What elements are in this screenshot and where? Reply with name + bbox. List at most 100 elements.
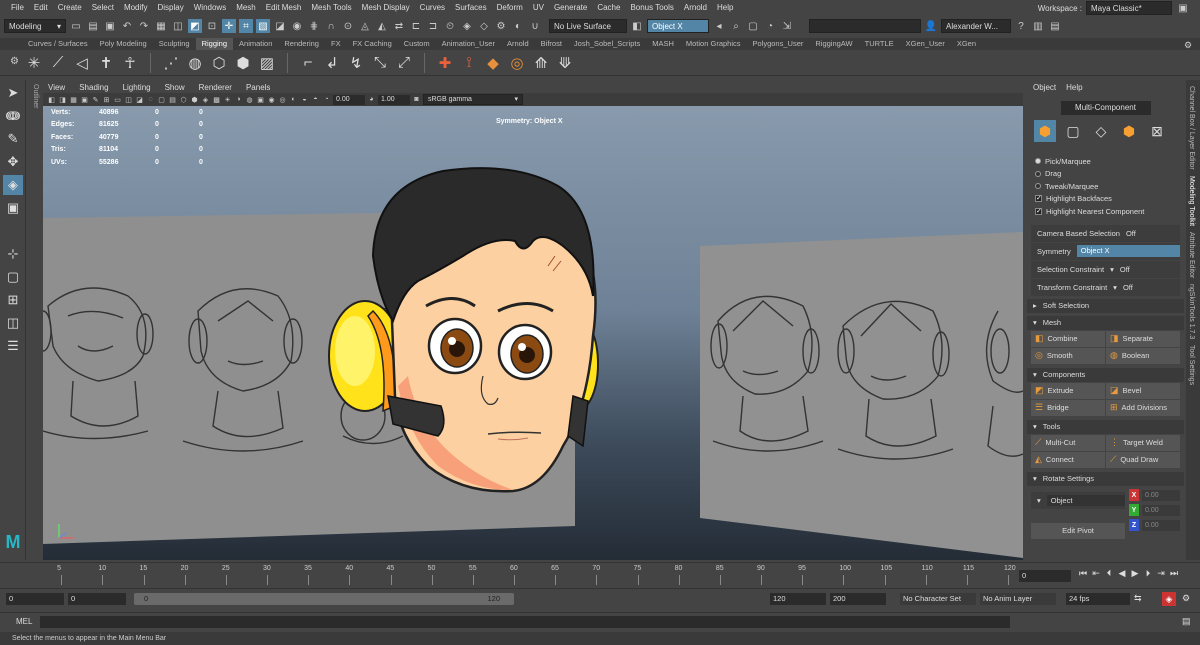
shelf-tab-rigging[interactable]: Rigging <box>195 38 234 50</box>
multi-cut-button[interactable]: ⟋ Multi-Cut <box>1031 434 1105 451</box>
panel-menu-shading[interactable]: Shading <box>79 82 108 93</box>
range-slider[interactable]: 0 120 <box>134 593 514 605</box>
joint-tool-icon[interactable]: ✳ <box>24 53 44 73</box>
xray-icon[interactable]: ◐ <box>289 95 298 104</box>
pick-option[interactable]: Tweak/Marquee <box>1027 180 1184 193</box>
menu-set-dropdown[interactable]: Modeling ▾ <box>4 19 66 33</box>
multi-component-button[interactable]: Multi-Component <box>1060 101 1151 115</box>
vertex-mode-icon[interactable]: ▢ <box>1062 120 1084 142</box>
point-constraint-icon[interactable]: ↲ <box>322 53 342 73</box>
rig-icon[interactable]: ⟱ <box>555 53 575 73</box>
layout-persp-icon[interactable]: ▢ <box>3 267 23 287</box>
command-search-field[interactable] <box>809 19 921 33</box>
anim-prefs-icon[interactable]: ⚙ <box>1182 593 1190 604</box>
snap-surface-icon[interactable]: ◭ <box>375 19 389 33</box>
add-divisions-button[interactable]: ⊞ Add Divisions <box>1106 399 1180 416</box>
step-back-frame-icon[interactable]: ⏴ <box>1104 568 1114 579</box>
fps-dropdown[interactable]: 24 fps <box>1066 593 1130 605</box>
transform-constraint-row[interactable]: Transform Constraint ▾ Off <box>1031 278 1180 296</box>
2d-pan-icon[interactable]: ▣ <box>80 95 89 104</box>
toolkit-menu-object[interactable]: Object <box>1033 83 1056 92</box>
smooth-shade-icon[interactable]: ⬢ <box>190 95 199 104</box>
radio-icon[interactable] <box>1035 170 1041 177</box>
color-space-dropdown[interactable]: sRGB gamma ▾ <box>423 94 523 105</box>
paint-select-icon[interactable]: ✎ <box>3 129 23 149</box>
soft-selection-header[interactable]: ▸ Soft Selection <box>1027 298 1184 313</box>
menu-select[interactable]: Select <box>87 0 119 16</box>
bevel-button[interactable]: ◪ Bevel <box>1106 382 1180 399</box>
lights-icon[interactable]: ☀ <box>223 95 232 104</box>
render-icon[interactable]: ◈ <box>460 19 474 33</box>
radio-icon[interactable] <box>1035 158 1041 165</box>
shelf-tab-xgen[interactable]: XGen <box>951 38 982 50</box>
shelf-tab-fx[interactable]: FX <box>325 38 347 50</box>
menu-help[interactable]: Help <box>712 0 738 16</box>
render-settings-icon[interactable]: ⚙ <box>494 19 508 33</box>
sphere-icon[interactable]: ◎ <box>507 53 527 73</box>
live-surface-field[interactable]: No Live Surface <box>549 19 627 33</box>
menu-cache[interactable]: Cache <box>592 0 625 16</box>
menu-file[interactable]: File <box>6 0 29 16</box>
shelf-tab-sculpting[interactable]: Sculpting <box>153 38 196 50</box>
box-icon[interactable]: ▢ <box>746 19 760 33</box>
checkbox-icon[interactable]: ✓ <box>1035 195 1042 203</box>
color-management-icon[interactable]: ◙ <box>412 95 421 104</box>
bookmark-icon[interactable]: ◨ <box>58 95 67 104</box>
time-icon[interactable]: ◔ <box>763 19 777 33</box>
select-object-icon[interactable]: ◫ <box>171 19 185 33</box>
paint-weights-icon[interactable]: ◍ <box>185 53 205 73</box>
depth-of-field-icon[interactable]: ◉ <box>267 95 276 104</box>
open-icon[interactable]: ▤ <box>86 19 100 33</box>
current-frame-field[interactable]: 0 <box>1019 570 1071 582</box>
camera-based-selection-row[interactable]: Camera Based Selection Off <box>1031 224 1180 242</box>
wireframe-on-shaded-icon[interactable]: ◈ <box>201 95 210 104</box>
fit-icon[interactable]: ⇲ <box>780 19 794 33</box>
transform-constraint-value[interactable]: Off <box>1123 283 1133 292</box>
nurbs-circle-icon[interactable]: ⟟ <box>459 53 479 73</box>
camera-based-selection-value[interactable]: Off <box>1126 229 1136 238</box>
snap-curve-icon[interactable]: ∩ <box>324 19 338 33</box>
uv-filter-icon[interactable]: ◪ <box>273 19 287 33</box>
combine-button[interactable]: ◧ Combine <box>1031 330 1105 347</box>
rotate-tool-icon[interactable]: ◈ <box>3 175 23 195</box>
user-icon[interactable]: 👤 <box>924 19 938 33</box>
side-tab-ngskintools-1-7-3[interactable]: ngSkinTools 1.7.3 <box>1188 284 1195 339</box>
mask-icon[interactable]: ◉ <box>290 19 304 33</box>
shelf-tab-riggingaw[interactable]: RiggingAW <box>809 38 858 50</box>
menu-arnold[interactable]: Arnold <box>679 0 712 16</box>
cluster-icon[interactable]: ⬢ <box>233 53 253 73</box>
face-mode-icon[interactable]: ⬢ <box>1118 120 1140 142</box>
folder-icon[interactable]: ▭ <box>69 19 83 33</box>
menu-edit[interactable]: Edit <box>29 0 53 16</box>
select-component-icon[interactable]: ◩ <box>188 19 202 33</box>
playback-start-field[interactable]: 0 <box>68 593 126 605</box>
quad-draw-button[interactable]: ⟋ Quad Draw <box>1106 451 1180 468</box>
layout-two-icon[interactable]: ◫ <box>3 313 23 333</box>
workspace-lock-icon[interactable]: ▣ <box>1176 1 1190 15</box>
rotate-space-row[interactable]: ▾ Object <box>1031 491 1125 509</box>
smooth-button[interactable]: ◎ Smooth <box>1031 347 1105 364</box>
rotate-x-field[interactable]: 0.00 <box>1142 489 1180 501</box>
shelf-tab-mash[interactable]: MASH <box>646 38 680 50</box>
panel-menu-renderer[interactable]: Renderer <box>199 82 232 93</box>
shelf-settings-icon[interactable]: ⚙ <box>10 56 19 67</box>
toolkit-toggle-icon[interactable]: ▥ <box>1031 19 1045 33</box>
scale-constraint-icon[interactable]: ⤡ <box>370 53 390 73</box>
history-icon[interactable]: ⇄ <box>392 19 406 33</box>
snap-point-icon[interactable]: ⊙ <box>341 19 355 33</box>
checkbox-icon[interactable]: ✓ <box>1035 207 1042 215</box>
tools-section-header[interactable]: ▾ Tools <box>1027 419 1184 434</box>
toolkit-menu-help[interactable]: Help <box>1066 83 1082 92</box>
mesh-section-header[interactable]: ▾ Mesh <box>1027 315 1184 330</box>
safe-action-icon[interactable]: ▢ <box>157 95 166 104</box>
orient-constraint-icon[interactable]: ↯ <box>346 53 366 73</box>
magnet-icon[interactable]: ∪ <box>528 19 542 33</box>
pick-option[interactable]: Drag <box>1027 168 1184 181</box>
outliner-tab[interactable]: Outliner <box>27 84 39 124</box>
face-filter-icon[interactable]: ▧ <box>256 19 270 33</box>
menu-display[interactable]: Display <box>153 0 189 16</box>
menu-uv[interactable]: UV <box>528 0 549 16</box>
rotate-z-field[interactable]: 0.00 <box>1142 519 1180 531</box>
symmetry-dropdown[interactable]: Object X <box>1076 245 1180 257</box>
step-forward-key-icon[interactable]: ⇥ <box>1156 568 1166 579</box>
